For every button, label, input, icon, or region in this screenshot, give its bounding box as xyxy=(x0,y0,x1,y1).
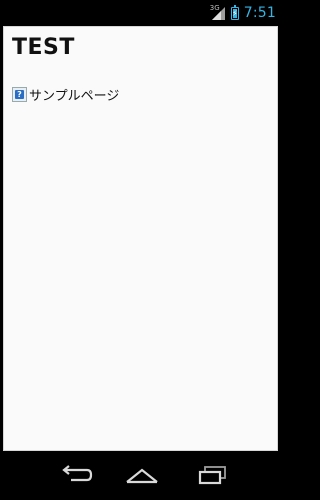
battery-icon: ⚡ xyxy=(230,4,239,20)
home-icon[interactable] xyxy=(122,462,162,488)
page-title: TEST xyxy=(12,35,75,60)
broken-image-icon: ? xyxy=(12,87,27,102)
navigation-bar xyxy=(0,452,284,500)
web-content: TEST ? サンプルページ xyxy=(3,26,278,451)
status-bar: 3G ⚡ 7:51 xyxy=(0,0,284,26)
status-icons: 3G ⚡ 7:51 xyxy=(210,3,276,23)
sample-page-link[interactable]: ? サンプルページ xyxy=(12,85,119,104)
back-icon[interactable] xyxy=(55,462,95,488)
sample-page-link-text[interactable]: サンプルページ xyxy=(29,85,119,104)
signal-icon: 3G xyxy=(210,5,226,21)
device-screen: 3G ⚡ 7:51 TEST ? サンプルページ xyxy=(0,0,284,500)
status-clock: 7:51 xyxy=(243,5,276,21)
recent-apps-icon[interactable] xyxy=(192,462,232,488)
